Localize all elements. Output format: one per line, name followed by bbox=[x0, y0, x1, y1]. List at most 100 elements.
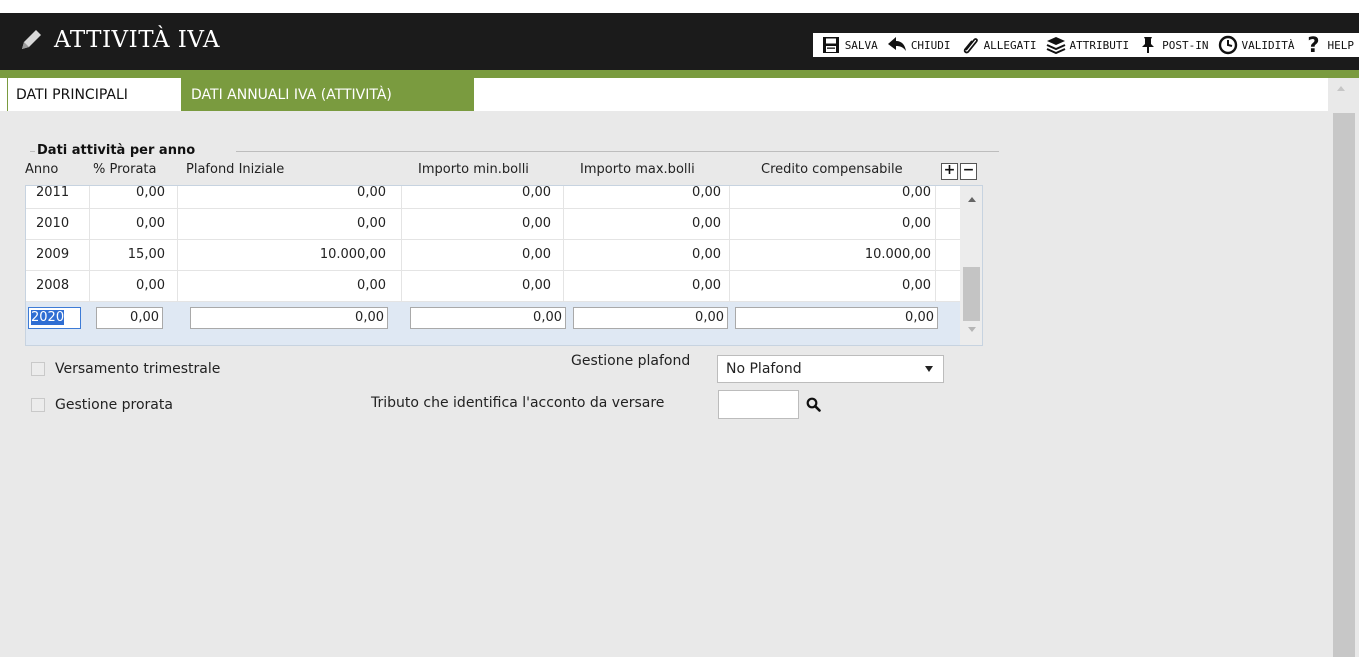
cell-min-bolli[interactable]: 0,00 bbox=[402, 186, 564, 208]
close-button[interactable]: CHIUDI bbox=[883, 33, 956, 57]
close-label: CHIUDI bbox=[910, 38, 951, 52]
plafond-label: Gestione plafond bbox=[571, 353, 691, 369]
help-label: HELP bbox=[1327, 38, 1355, 52]
app-window: ATTIVITÀ IVA SALVA CHIUDI ALLEGATI ATTRI… bbox=[0, 0, 1359, 657]
reply-icon bbox=[886, 35, 908, 55]
cell-prorata[interactable]: 0,00 bbox=[90, 209, 178, 239]
cell-min-bolli[interactable]: 0,00 bbox=[402, 271, 564, 301]
tributo-input[interactable] bbox=[718, 390, 799, 419]
paperclip-icon bbox=[959, 35, 981, 55]
grid-scroll-up-icon[interactable] bbox=[968, 197, 976, 202]
section-legend: Dati attività per anno bbox=[37, 143, 196, 158]
plafond-select-value: No Plafond bbox=[726, 361, 802, 377]
cell-plafond[interactable]: 10.000,00 bbox=[178, 240, 402, 270]
attributes-button[interactable]: ATTRIBUTI bbox=[1042, 33, 1135, 57]
column-header-max-bolli: Importo max.bolli bbox=[580, 162, 695, 177]
cell-prorata[interactable]: 0,00 bbox=[90, 271, 178, 301]
grid-scroll-down-icon[interactable] bbox=[968, 327, 976, 332]
anno-input[interactable]: 2020 bbox=[28, 307, 81, 329]
grid-scrollbar[interactable] bbox=[960, 186, 982, 345]
tab-label: DATI ANNUALI IVA (ATTIVITÀ) bbox=[191, 86, 392, 103]
tab-dati-principali[interactable]: DATI PRINCIPALI bbox=[7, 78, 180, 111]
fieldset-border-right bbox=[236, 151, 999, 152]
grid-scroll-thumb[interactable] bbox=[963, 267, 980, 321]
save-label: SALVA bbox=[844, 38, 878, 52]
column-header-plafond: Plafond Iniziale bbox=[186, 162, 285, 177]
cell-anno[interactable]: 2008 bbox=[26, 271, 90, 301]
min-bolli-input[interactable]: 0,00 bbox=[410, 307, 566, 329]
post-in-button[interactable]: POST-IN bbox=[1134, 33, 1213, 57]
cell-plafond[interactable]: 0,00 bbox=[178, 271, 402, 301]
plafond-select[interactable]: No Plafond bbox=[717, 355, 944, 383]
attributes-label: ATTRIBUTI bbox=[1069, 38, 1130, 52]
cell-max-bolli[interactable]: 0,00 bbox=[564, 209, 730, 239]
cell-plafond[interactable]: 0,00 bbox=[178, 186, 402, 208]
page-title: ATTIVITÀ IVA bbox=[54, 27, 220, 53]
table-row[interactable]: 2011 0,00 0,00 0,00 0,00 0,00 bbox=[26, 186, 960, 209]
pin-icon bbox=[1137, 35, 1159, 55]
column-headers: Anno % Prorata Plafond Iniziale Importo … bbox=[0, 162, 1000, 180]
versamento-label: Versamento trimestrale bbox=[55, 361, 221, 377]
cell-plafond[interactable]: 0,00 bbox=[178, 209, 402, 239]
edit-row: 2020 0,00 0,00 0,00 0,00 0,00 bbox=[26, 302, 960, 345]
top-strip bbox=[0, 0, 1359, 13]
table-row[interactable]: 2008 0,00 0,00 0,00 0,00 0,00 bbox=[26, 271, 960, 302]
tab-bar: DATI PRINCIPALI DATI ANNUALI IVA (ATTIVI… bbox=[0, 78, 1328, 111]
scroll-thumb[interactable] bbox=[1333, 113, 1355, 657]
cell-credito[interactable]: 0,00 bbox=[730, 209, 936, 239]
data-grid: 2011 0,00 0,00 0,00 0,00 0,00 2010 0,00 0,00 0,00… bbox=[25, 185, 983, 346]
tab-dati-annuali-iva[interactable]: DATI ANNUALI IVA (ATTIVITÀ) bbox=[181, 78, 474, 111]
search-icon[interactable] bbox=[806, 397, 821, 412]
clock-icon bbox=[1217, 35, 1239, 55]
scroll-up-icon[interactable] bbox=[1337, 86, 1345, 91]
title-wrap: ATTIVITÀ IVA bbox=[18, 27, 220, 53]
prorata-input[interactable]: 0,00 bbox=[96, 307, 163, 329]
column-header-prorata: % Prorata bbox=[93, 162, 157, 177]
column-header-credito: Credito compensabile bbox=[761, 162, 903, 177]
save-icon bbox=[820, 35, 842, 55]
attachments-button[interactable]: ALLEGATI bbox=[956, 33, 1042, 57]
anno-input-value: 2020 bbox=[31, 310, 65, 325]
column-header-min-bolli: Importo min.bolli bbox=[418, 162, 529, 177]
cell-min-bolli[interactable]: 0,00 bbox=[402, 240, 564, 270]
credito-input[interactable]: 0,00 bbox=[735, 307, 938, 329]
cell-credito[interactable]: 10.000,00 bbox=[730, 240, 936, 270]
validity-button[interactable]: VALIDITÀ bbox=[1214, 33, 1300, 57]
layers-icon bbox=[1045, 35, 1067, 55]
cell-anno[interactable]: 2010 bbox=[26, 209, 90, 239]
table-row[interactable]: 2009 15,00 10.000,00 0,00 0,00 10.000,00 bbox=[26, 240, 960, 271]
add-row-button[interactable]: + bbox=[941, 163, 958, 180]
attachments-label: ALLEGATI bbox=[983, 38, 1037, 52]
header-bar: ATTIVITÀ IVA SALVA CHIUDI ALLEGATI ATTRI… bbox=[0, 13, 1359, 70]
remove-row-button[interactable]: − bbox=[960, 163, 977, 180]
help-icon: ? bbox=[1307, 33, 1320, 57]
cell-credito[interactable]: 0,00 bbox=[730, 186, 936, 208]
cell-prorata[interactable]: 15,00 bbox=[90, 240, 178, 270]
cell-min-bolli[interactable]: 0,00 bbox=[402, 209, 564, 239]
column-header-anno: Anno bbox=[25, 162, 59, 177]
versamento-option[interactable]: Versamento trimestrale bbox=[31, 361, 220, 377]
plafond-input[interactable]: 0,00 bbox=[190, 307, 388, 329]
chevron-down-icon bbox=[925, 366, 933, 372]
help-button[interactable]: ? HELP bbox=[1300, 33, 1359, 57]
cell-anno[interactable]: 2011 bbox=[26, 186, 90, 208]
prorata-label: Gestione prorata bbox=[55, 397, 173, 413]
max-bolli-input[interactable]: 0,00 bbox=[573, 307, 728, 329]
cell-anno[interactable]: 2009 bbox=[26, 240, 90, 270]
tab-label: DATI PRINCIPALI bbox=[16, 86, 128, 103]
save-button[interactable]: SALVA bbox=[817, 33, 883, 57]
tributo-label: Tributo che identifica l'acconto da vers… bbox=[371, 395, 665, 411]
cell-credito[interactable]: 0,00 bbox=[730, 271, 936, 301]
pencil-icon bbox=[18, 27, 44, 53]
prorata-option[interactable]: Gestione prorata bbox=[31, 397, 173, 413]
prorata-checkbox[interactable] bbox=[31, 398, 45, 412]
cell-max-bolli[interactable]: 0,00 bbox=[564, 186, 730, 208]
cell-max-bolli[interactable]: 0,00 bbox=[564, 271, 730, 301]
validity-label: VALIDITÀ bbox=[1241, 38, 1295, 52]
page-scrollbar[interactable] bbox=[1328, 78, 1359, 657]
table-row[interactable]: 2010 0,00 0,00 0,00 0,00 0,00 bbox=[26, 209, 960, 240]
cell-prorata[interactable]: 0,00 bbox=[90, 186, 178, 208]
cell-max-bolli[interactable]: 0,00 bbox=[564, 240, 730, 270]
accent-bar bbox=[0, 70, 1359, 78]
versamento-checkbox[interactable] bbox=[31, 362, 45, 376]
